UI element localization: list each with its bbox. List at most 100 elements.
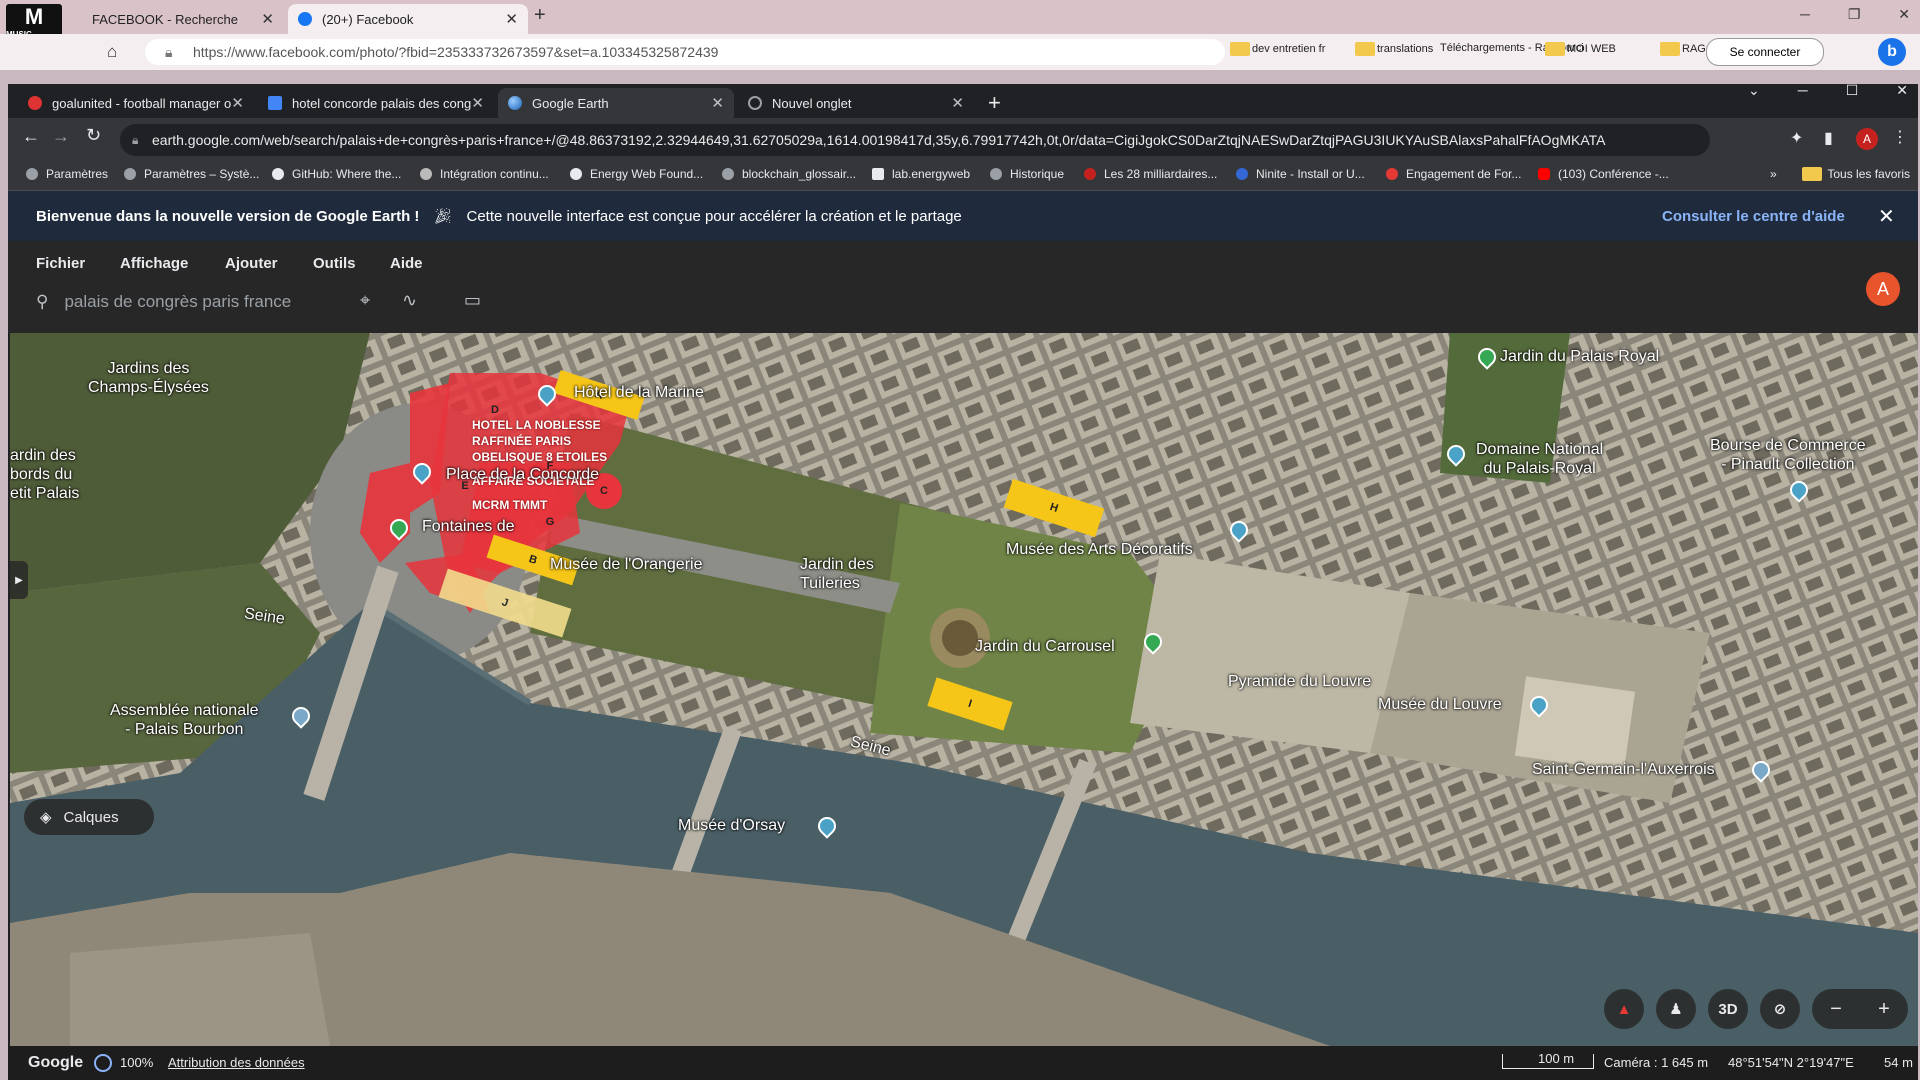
place-label[interactable]: Musée d'Orsay	[678, 816, 785, 835]
street-view-icon[interactable]: ♟	[1656, 989, 1696, 1029]
bookmark-ninite[interactable]: Ninite - Install or U...	[1236, 167, 1365, 181]
help-center-link[interactable]: Consulter le centre d'aide	[1662, 208, 1845, 225]
bookmark-parametres[interactable]: Paramètres	[26, 167, 108, 181]
place-label[interactable]: Pyramide du Louvre	[1228, 672, 1371, 691]
chrome-address-bar[interactable]: 🔒︎ earth.google.com/web/search/palais+de…	[120, 124, 1710, 156]
new-tab-button[interactable]: +	[988, 90, 1001, 116]
close-icon[interactable]: ✕	[711, 94, 724, 112]
bookmark-label: Engagement de For...	[1406, 167, 1522, 181]
close-icon[interactable]: ✕	[505, 10, 518, 28]
folder-icon	[1802, 167, 1822, 181]
restore-icon[interactable]: ❐	[1848, 6, 1861, 23]
bookmark-parametres-systeme[interactable]: Paramètres – Systè...	[124, 167, 259, 181]
chrome-window-controls[interactable]: ⌄ ─ ☐ ✕	[1748, 82, 1908, 99]
bookmark-lab-energyweb[interactable]: lab.energyweb	[872, 167, 970, 181]
attribution-link[interactable]: Attribution des données	[168, 1055, 305, 1070]
tab-goalunited[interactable]: goalunited - football manager o ✕	[18, 88, 254, 118]
bookmarks-overflow-icon[interactable]: »	[1770, 167, 1777, 181]
favorite-label: dev entretien fr	[1252, 42, 1326, 55]
favorite-translations[interactable]: translations	[1355, 42, 1433, 56]
close-icon[interactable]: ✕	[471, 94, 484, 112]
tab-nouvel-onglet[interactable]: Nouvel onglet ✕	[738, 88, 974, 118]
menu-ajouter[interactable]: Ajouter	[225, 255, 278, 272]
toggle-3d-button[interactable]: 3D	[1708, 989, 1748, 1029]
expand-panel-handle[interactable]: ▶	[10, 561, 28, 599]
place-label[interactable]: Saint-Germain-l'Auxerrois	[1532, 760, 1715, 779]
forward-icon[interactable]: →	[52, 126, 70, 147]
profile-avatar[interactable]: A	[1856, 128, 1878, 150]
menu-outils[interactable]: Outils	[313, 255, 356, 272]
place-label[interactable]: Fontaines de	[422, 517, 515, 536]
close-window-icon[interactable]: ✕	[1898, 6, 1910, 23]
bookmark-milliardaires[interactable]: Les 28 milliardaires...	[1084, 167, 1217, 181]
new-tab-button[interactable]: +	[534, 4, 546, 27]
all-favorites-folder[interactable]: Tous les favoris	[1802, 167, 1910, 181]
scale-label: 100 m	[1538, 1051, 1575, 1066]
reload-icon[interactable]: ↻	[86, 125, 101, 146]
close-banner-icon[interactable]: ✕	[1878, 204, 1895, 229]
place-label[interactable]: Jardin du Carrousel	[975, 637, 1115, 656]
layers-button[interactable]: ◈ Calques	[24, 799, 154, 835]
tab-google-earth[interactable]: Google Earth ✕	[498, 88, 734, 118]
sidepanel-icon[interactable]: ▮	[1824, 128, 1833, 148]
back-icon[interactable]: ←	[22, 126, 40, 147]
extensions-icon[interactable]: ✦	[1790, 128, 1803, 148]
compass-icon[interactable]: ▲	[1604, 989, 1644, 1029]
place-label[interactable]: Hôtel de la Marine	[574, 383, 704, 402]
minimize-icon[interactable]: ─	[1800, 6, 1810, 23]
place-label[interactable]: Musée du Louvre	[1378, 695, 1502, 714]
menu-aide[interactable]: Aide	[390, 255, 423, 272]
menu-affichage[interactable]: Affichage	[120, 255, 188, 272]
place-label[interactable]: Jardin des Tuileries	[800, 555, 874, 593]
edge-copilot-icon[interactable]: b	[1878, 38, 1906, 66]
ruler-icon[interactable]: ▭	[464, 290, 481, 311]
place-label[interactable]: Musée des Arts Décoratifs	[1006, 540, 1193, 559]
close-icon[interactable]: ✕	[261, 10, 274, 28]
place-label[interactable]: Place de la Concorde	[446, 465, 599, 484]
place-label[interactable]: ardin des bords du etit Palais	[10, 446, 79, 503]
favorite-moi-web[interactable]: MOI WEB	[1545, 42, 1616, 56]
window-controls[interactable]: ─ ❐ ✕	[1800, 6, 1910, 23]
bookmark-energy-web[interactable]: Energy Web Found...	[570, 167, 703, 181]
tab-search-icon[interactable]: ⌄	[1748, 82, 1760, 99]
place-label[interactable]: Musée de l'Orangerie	[550, 555, 702, 574]
outer-address-bar[interactable]: 🔒︎ https://www.facebook.com/photo/?fbid=…	[145, 39, 1225, 65]
home-icon[interactable]: ⌂	[107, 42, 117, 62]
zone-g[interactable]: G	[535, 511, 565, 533]
place-label[interactable]: Bourse de Commerce - Pinault Collection	[1710, 436, 1866, 474]
menu-fichier[interactable]: Fichier	[36, 255, 85, 272]
close-icon[interactable]: ✕	[951, 94, 964, 112]
bookmark-integration[interactable]: Intégration continu...	[420, 167, 549, 181]
place-label[interactable]: Jardins des Champs-Élysées	[88, 359, 209, 397]
placemark-icon[interactable]: ⌖	[360, 290, 370, 311]
bookmark-historique[interactable]: Historique	[990, 167, 1064, 181]
satellite-map[interactable]: A B C D E F G H I J HOTEL LA NOBLESSE RA…	[10, 333, 1918, 1046]
favorite-dev-entretien[interactable]: dev entretien fr	[1230, 42, 1325, 56]
maximize-icon[interactable]: ☐	[1846, 82, 1859, 99]
place-label[interactable]: Domaine National du Palais-Royal	[1476, 440, 1603, 478]
tab-hotel-concorde[interactable]: hotel concorde palais des congr ✕	[258, 88, 494, 118]
account-avatar[interactable]: A	[1866, 272, 1900, 306]
zoom-out-icon[interactable]: −	[1830, 998, 1842, 1021]
path-icon[interactable]: ∿	[402, 290, 417, 311]
loading-percent: 100%	[120, 1055, 154, 1070]
place-label[interactable]: Jardin du Palais Royal	[1500, 347, 1659, 366]
minimize-icon[interactable]: ─	[1798, 82, 1808, 99]
place-label[interactable]: Assemblée nationale - Palais Bourbon	[110, 701, 259, 739]
bookmark-blockchain[interactable]: blockchain_glossair...	[722, 167, 856, 181]
menu-icon[interactable]: ⋮	[1892, 127, 1908, 147]
bookmark-label: Les 28 milliardaires...	[1104, 167, 1218, 181]
signin-button[interactable]: Se connecter	[1706, 38, 1824, 66]
outer-tab-facebook-recherche[interactable]: FACEBOOK - Recherche ✕	[62, 4, 284, 34]
overlay-label: OBELISQUE 8 ETOILES	[472, 450, 608, 464]
close-window-icon[interactable]: ✕	[1896, 82, 1908, 99]
zoom-in-icon[interactable]: +	[1878, 998, 1890, 1021]
reset-view-icon[interactable]: ⊘	[1760, 989, 1800, 1029]
outer-url-text: https://www.facebook.com/photo/?fbid=235…	[193, 44, 719, 60]
search-input[interactable]: ⚲ palais de congrès paris france	[22, 287, 352, 317]
bookmark-engagement[interactable]: Engagement de For...	[1386, 167, 1521, 181]
bookmark-github[interactable]: GitHub: Where the...	[272, 167, 401, 181]
close-icon[interactable]: ✕	[231, 94, 244, 112]
outer-tab-facebook[interactable]: (20+) Facebook ✕	[288, 4, 528, 34]
bookmark-conference[interactable]: (103) Conférence -...	[1538, 167, 1669, 181]
